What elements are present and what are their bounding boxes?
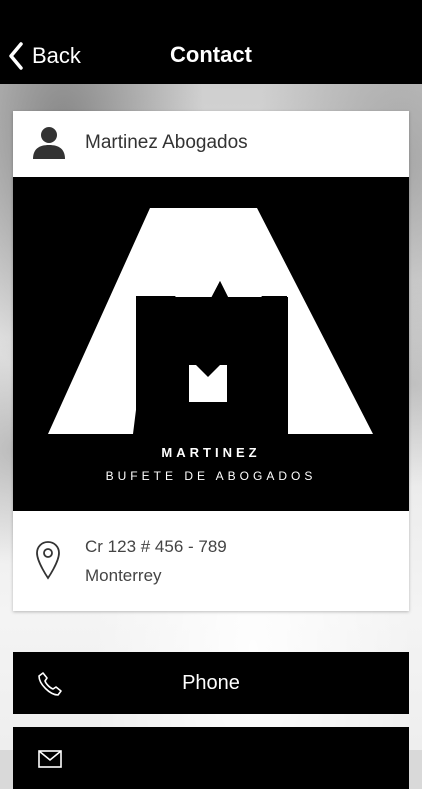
address-city: Monterrey (85, 566, 162, 585)
address-street: Cr 123 # 456 - 789 (85, 537, 227, 556)
logo-text-name: MARTINEZ (161, 445, 261, 460)
phone-label: Phone (182, 672, 240, 694)
navigation-bar: Back Contact (0, 0, 422, 84)
phone-button[interactable]: Phone (13, 652, 409, 714)
address-row[interactable]: Cr 123 # 456 - 789 Monterrey (13, 511, 409, 611)
person-icon (33, 127, 65, 159)
company-logo: MARTINEZ BUFETE DE ABOGADOS (13, 177, 409, 511)
logo-mark (48, 208, 373, 434)
logo-text-tagline: BUFETE DE ABOGADOS (105, 469, 317, 483)
email-button[interactable] (13, 727, 409, 789)
map-pin-icon (36, 541, 60, 580)
contact-header: Martinez Abogados (13, 111, 409, 177)
page-title: Contact (170, 42, 252, 67)
contact-name: Martinez Abogados (85, 132, 248, 153)
contact-card: Martinez Abogados MARTINEZ BUFETE DE ABO… (13, 111, 409, 611)
